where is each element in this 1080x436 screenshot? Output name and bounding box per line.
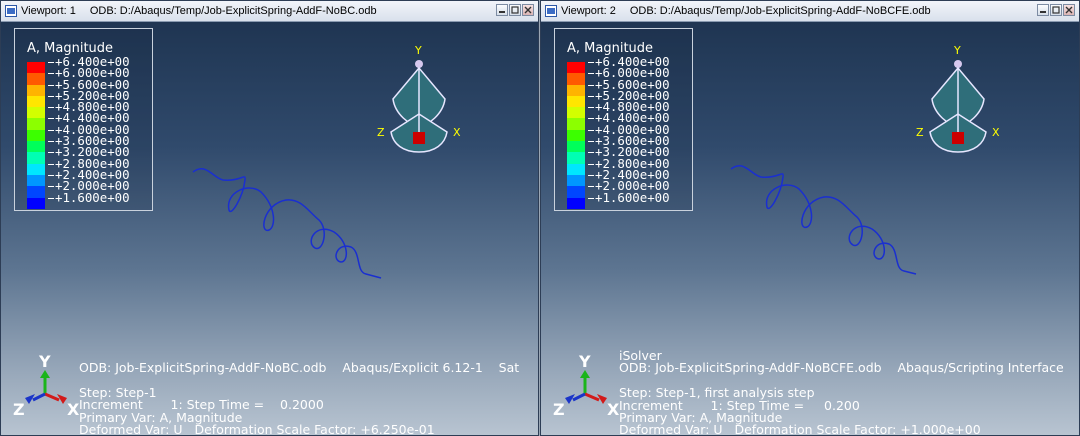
- viewport-titlebar[interactable]: Viewport: 1 ODB: D:/Abaqus/Temp/Job-Expl…: [1, 1, 538, 22]
- triad-z-label: Z: [13, 400, 25, 419]
- cube-y-label: Y: [414, 44, 422, 57]
- triad-y-label: Y: [39, 352, 51, 371]
- info-line: ODB: Job-ExplicitSpring-AddF-NoBC.odb Ab…: [79, 360, 520, 375]
- viewport-title: Viewport: 1: [21, 5, 76, 17]
- viewport-1[interactable]: Viewport: 1 ODB: D:/Abaqus/Temp/Job-Expl…: [0, 0, 539, 436]
- viewport-canvas[interactable]: A, Magnitude +6.400e+00 +6.000e+00 +5.600e…: [1, 22, 538, 435]
- minimize-button[interactable]: [496, 4, 508, 16]
- minimize-icon: [499, 11, 505, 13]
- viewport-2[interactable]: Viewport: 2 ODB: D:/Abaqus/Temp/Job-Expl…: [540, 0, 1080, 436]
- close-icon: [1065, 6, 1073, 14]
- odb-path: ODB: D:/Abaqus/Temp/Job-ExplicitSpring-A…: [89, 5, 377, 17]
- viewport-icon: [545, 5, 557, 17]
- axis-triad: Y Z X: [11, 350, 81, 420]
- info-line: ODB: Job-ExplicitSpring-AddF-NoBCFE.odb …: [619, 360, 1064, 376]
- close-button[interactable]: [522, 4, 534, 16]
- info-line: Deformed Var: U Deformation Scale Factor…: [619, 422, 981, 436]
- cube-x-label: X: [453, 126, 461, 139]
- cube-z-label: Z: [377, 126, 385, 139]
- viewport-titlebar[interactable]: Viewport: 2 ODB: D:/Abaqus/Temp/Job-Expl…: [541, 1, 1079, 22]
- maximize-button[interactable]: [509, 4, 521, 16]
- triad-x-label: X: [607, 400, 620, 419]
- minimize-button[interactable]: [1037, 4, 1049, 16]
- viewport-icon: [5, 5, 17, 17]
- viewport-canvas[interactable]: A, Magnitude +6.400e+00 +6.000e+00 +5.600e…: [541, 22, 1079, 435]
- spring-curve: [730, 165, 917, 275]
- close-icon: [524, 6, 532, 14]
- cube-x-label: X: [992, 126, 1000, 139]
- info-text: iSolver ODB: Job-ExplicitSpring-AddF-NoBC…: [619, 349, 1064, 436]
- info-line: Deformed Var: U Deformation Scale Factor…: [79, 421, 435, 436]
- info-text: ODB: Job-ExplicitSpring-AddF-NoBC.odb Ab…: [79, 360, 520, 436]
- maximize-button[interactable]: [1050, 4, 1062, 16]
- view-cube[interactable]: Y Z X: [914, 44, 1004, 164]
- view-cube[interactable]: Y Z X: [375, 44, 465, 164]
- triad-x-label: X: [67, 400, 80, 419]
- cube-y-label: Y: [953, 44, 961, 57]
- maximize-icon: [1052, 6, 1060, 14]
- viewport-title: Viewport: 2: [561, 5, 616, 17]
- triad-z-label: Z: [553, 400, 565, 419]
- triad-y-label: Y: [579, 352, 591, 371]
- maximize-icon: [511, 6, 519, 14]
- close-button[interactable]: [1063, 4, 1075, 16]
- axis-triad: Y Z X: [551, 350, 621, 420]
- cube-z-label: Z: [916, 126, 924, 139]
- odb-path: ODB: D:/Abaqus/Temp/Job-ExplicitSpring-A…: [629, 5, 931, 17]
- spring-curve: [192, 168, 382, 279]
- minimize-icon: [1040, 11, 1046, 13]
